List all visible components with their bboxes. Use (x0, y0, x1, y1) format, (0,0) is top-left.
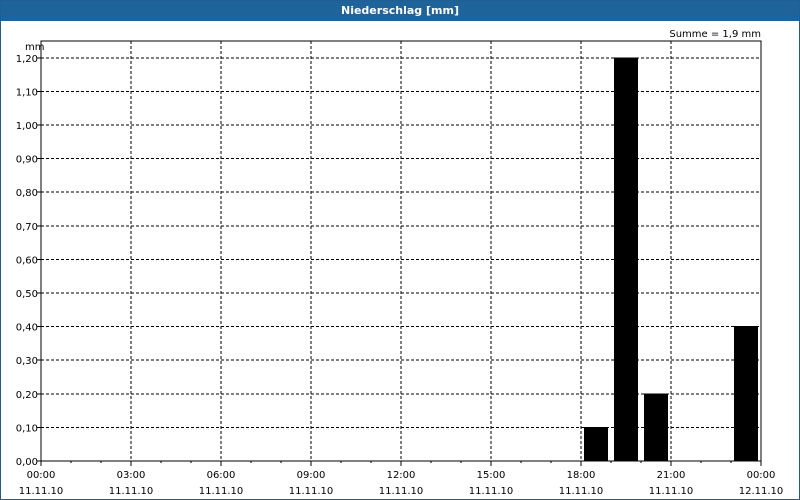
x-tick-time: 09:00 (297, 470, 326, 481)
x-tick-time: 15:00 (477, 470, 506, 481)
y-tick-label: 0,10 (16, 423, 38, 434)
precipitation-bar (584, 426, 608, 462)
y-tick-label: 1,10 (16, 87, 38, 98)
y-tick-label: 1,20 (16, 54, 38, 65)
precipitation-bar (614, 57, 638, 462)
sum-label: Summe = 1,9 mm (669, 29, 761, 40)
x-tick-time: 06:00 (207, 470, 236, 481)
x-tick-date: 12.11.10 (739, 486, 784, 497)
x-tick-date: 11.11.10 (19, 486, 64, 497)
y-tick-label: 1,00 (16, 121, 38, 132)
y-tick-label: 0,80 (16, 188, 38, 199)
x-tick-time: 00:00 (27, 470, 56, 481)
y-tick-label: 0,60 (16, 255, 38, 266)
x-tick-time: 03:00 (117, 470, 146, 481)
y-tick-label: 0,40 (16, 323, 38, 334)
x-tick-date: 11.11.10 (469, 486, 514, 497)
precipitation-chart: mm Summe = 1,9 mm 0,00 0,10 0,20 0,30 0,40 0,… (16, 29, 784, 497)
x-tick-time: 21:00 (657, 470, 686, 481)
x-tick-date: 11.11.10 (559, 486, 604, 497)
y-tick-label: 0,50 (16, 289, 38, 300)
x-tick-date: 11.11.10 (199, 486, 244, 497)
precipitation-bar (644, 393, 668, 462)
x-tick-date: 11.11.10 (109, 486, 154, 497)
x-tick-time: 12:00 (387, 470, 416, 481)
x-tick-date: 11.11.10 (289, 486, 334, 497)
x-tick-time: 00:00 (747, 470, 776, 481)
y-axis-unit-label: mm (25, 42, 44, 53)
y-tick-label: 0,90 (16, 155, 38, 166)
x-tick-date: 11.11.10 (649, 486, 694, 497)
precipitation-bar (734, 326, 758, 462)
y-tick-label: 0,20 (16, 390, 38, 401)
y-tick-label: 0,30 (16, 356, 38, 367)
x-tick-time: 18:00 (567, 470, 596, 481)
chart-window: Niederschlag [mm] mm Summe = 1,9 mm 0,00… (0, 0, 800, 500)
x-tick-date: 11.11.10 (379, 486, 424, 497)
y-tick-label: 0,00 (16, 457, 38, 468)
y-tick-label: 0,70 (16, 222, 38, 233)
